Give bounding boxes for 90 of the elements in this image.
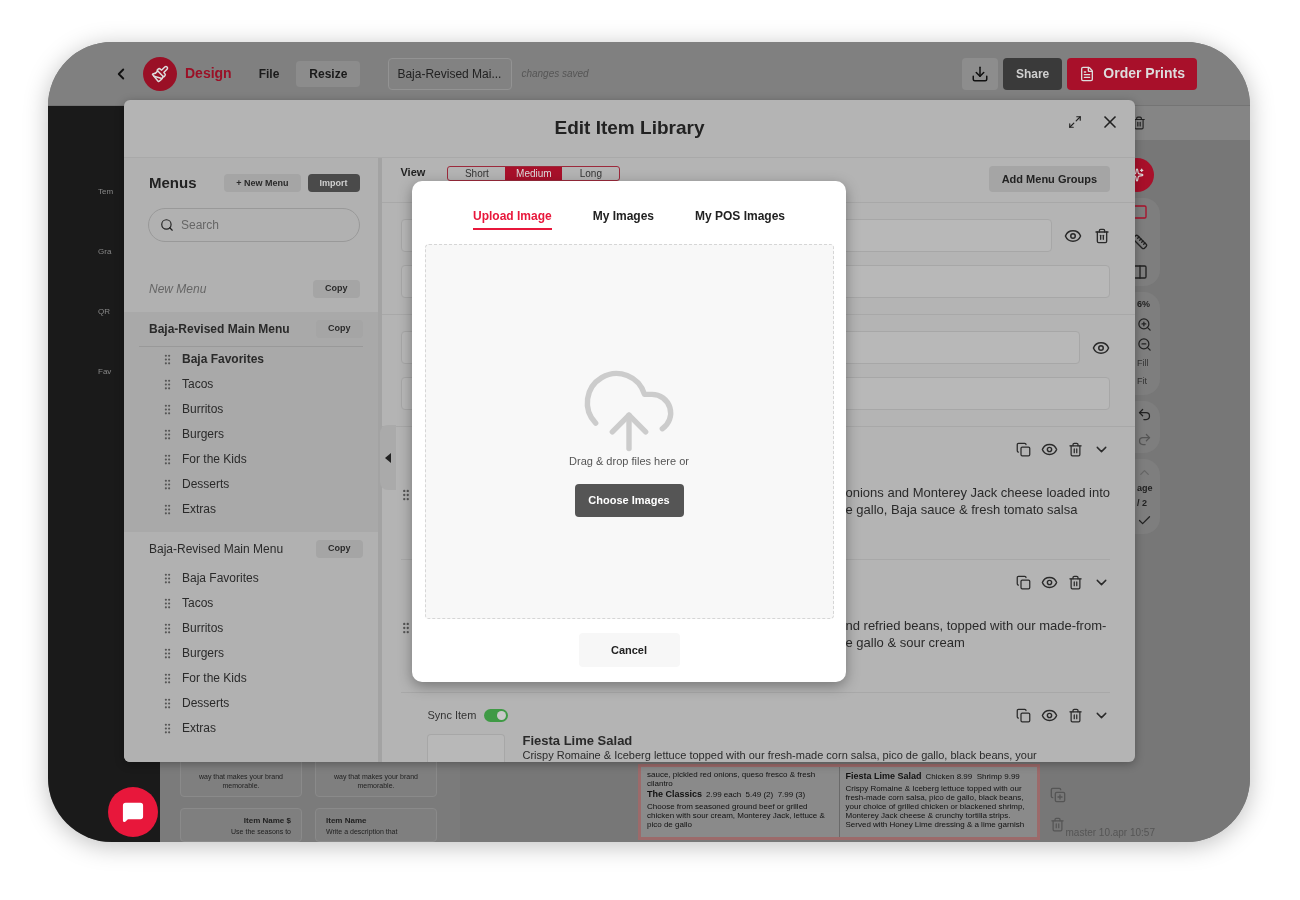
- trash-icon[interactable]: [1068, 708, 1083, 723]
- template-title: Item Name: [326, 815, 368, 827]
- copy-icon[interactable]: [1016, 442, 1031, 457]
- view-tab[interactable]: Short: [448, 167, 506, 180]
- sync-label: Sync Item: [427, 708, 477, 724]
- preview-price: 2.99 each 5.49 (2) 7.99 (3): [706, 789, 806, 801]
- share-button[interactable]: Share: [1002, 57, 1063, 90]
- preview-text: Choose from seasoned ground beef or grilled chicken with sour cream, Monterey Jack, lettuce & pico de gallo: [647, 801, 826, 829]
- page-label: age: [1137, 481, 1154, 495]
- zoom-level: 6%: [1137, 298, 1151, 311]
- item-description: Crispy Romaine & Iceberg lettuce topped with our fresh-made corn salsa, pico de gallo, black beans, your: [522, 748, 1037, 762]
- rail-label[interactable]: Gra: [98, 246, 112, 258]
- copy-button[interactable]: Copy: [316, 539, 363, 558]
- trash-icon[interactable]: [1068, 575, 1083, 590]
- columns-icon[interactable]: [1132, 264, 1148, 280]
- chat-icon: [122, 801, 144, 823]
- choose-images-button[interactable]: Choose Images: [574, 483, 684, 517]
- menu-group-item[interactable]: Tacos: [182, 594, 214, 612]
- eye-icon[interactable]: [1041, 441, 1058, 458]
- preview-text: Crispy Romaine & Iceberg lettuce topped with our fresh-made corn salsa, pico de gallo, black beans, your choice of grilled chicken or blackened shrimp, Monterey Jack cheese & crunchy tortilla strips. Served with Honey Lime dressing & a lime garnish: [845, 783, 1026, 829]
- fill-button[interactable]: Fill: [1137, 356, 1160, 370]
- expand-icon[interactable]: [1068, 115, 1082, 129]
- menu-group-item[interactable]: Desserts: [182, 694, 230, 712]
- add-menu-groups-button[interactable]: Add Menu Groups: [988, 166, 1110, 192]
- new-menu-button[interactable]: + New Menu: [224, 174, 301, 193]
- search-icon: [160, 217, 174, 232]
- ruler-icon[interactable]: [1132, 234, 1148, 250]
- menu-group-item[interactable]: Burgers: [182, 425, 225, 443]
- eye-icon[interactable]: [1041, 574, 1058, 591]
- copy-icon[interactable]: [1016, 575, 1031, 590]
- copy-button[interactable]: Copy: [313, 279, 360, 298]
- menu-group-item[interactable]: Burritos: [182, 619, 224, 637]
- upload-tab[interactable]: Upload Image: [473, 203, 552, 230]
- preview-price: Chicken 8.99 Shrimp 9.99: [925, 771, 1020, 783]
- page-count: / 2: [1137, 497, 1148, 510]
- trash-icon[interactable]: [1068, 442, 1083, 457]
- collapse-arrow-icon[interactable]: [385, 452, 391, 463]
- trash-icon[interactable]: [1094, 227, 1110, 244]
- menu-group-item[interactable]: Tacos: [182, 375, 214, 393]
- view-tab[interactable]: Medium: [505, 167, 563, 180]
- download-icon: [970, 64, 989, 83]
- item-description: e gallo & sour cream: [845, 634, 966, 651]
- menu-section[interactable]: Baja-Revised Main Menu Copy Baja Favorites Tacos Burritos Burgers For the Kids Desserts Extras: [124, 311, 378, 532]
- rail-label[interactable]: Fav: [98, 366, 112, 378]
- menu-group-item[interactable]: Extras: [182, 719, 216, 737]
- document-name-field[interactable]: Baja-Revised Mai...: [388, 57, 513, 90]
- import-button[interactable]: Import: [307, 174, 360, 193]
- rail-label[interactable]: Tem: [98, 186, 114, 198]
- sync-toggle[interactable]: [484, 709, 509, 722]
- menu-group-item[interactable]: Burgers: [182, 644, 225, 662]
- menu-name[interactable]: Baja-Revised Main Menu: [149, 539, 284, 558]
- menus-heading: Menus: [149, 173, 197, 193]
- menu-button[interactable]: Resize: [296, 60, 361, 87]
- eye-icon[interactable]: [1041, 707, 1058, 724]
- dialog-title: Edit Item Library: [554, 116, 705, 141]
- rail-label[interactable]: QR: [98, 306, 110, 318]
- search-field[interactable]: Search: [148, 207, 360, 242]
- preview-item-name: The Classics: [647, 788, 703, 801]
- drop-zone[interactable]: Drag & drop files here or Choose Images: [424, 244, 834, 619]
- item-description: onions and Monterey Jack cheese loaded into: [845, 484, 1110, 501]
- cancel-button[interactable]: Cancel: [578, 633, 680, 667]
- document-icon: [1079, 65, 1096, 82]
- copy-button[interactable]: Copy: [316, 319, 363, 338]
- menu-group-item[interactable]: Extras: [182, 500, 216, 518]
- template-title: Item Name $: [242, 815, 291, 827]
- menu-group-item[interactable]: Burritos: [182, 400, 224, 418]
- preview-text: sauce, pickled red onions, queso fresco & fresh cilantro: [647, 770, 817, 788]
- upload-tab[interactable]: My Images: [592, 203, 654, 230]
- menu-group-item[interactable]: Desserts: [182, 475, 230, 493]
- copy-icon[interactable]: [1016, 708, 1031, 723]
- view-label: View: [400, 166, 426, 179]
- drop-hint: Drag & drop files here or: [569, 454, 689, 469]
- menu-group-item[interactable]: Baja Favorites: [182, 569, 259, 587]
- menu-group-item[interactable]: Baja Favorites: [182, 350, 265, 368]
- trash-icon[interactable]: [1132, 116, 1146, 130]
- item-description: nd refried beans, topped with our made-from-: [845, 617, 1107, 634]
- menu-group-item[interactable]: For the Kids: [182, 669, 247, 687]
- app-title: Design: [185, 64, 232, 83]
- menu-button[interactable]: File: [245, 60, 293, 87]
- menu-name[interactable]: Baja-Revised Main Menu: [149, 319, 290, 338]
- order-prints-button[interactable]: Order Prints: [1067, 57, 1197, 90]
- download-button[interactable]: [961, 57, 998, 90]
- menu-group-item[interactable]: For the Kids: [182, 450, 247, 468]
- preview-item-name: Fiesta Lime Salad: [845, 770, 922, 783]
- view-tab[interactable]: Long: [562, 167, 620, 180]
- logo-icon[interactable]: [143, 56, 177, 91]
- upload-tab[interactable]: My POS Images: [694, 203, 785, 230]
- item-description: e gallo, Baja sauce & fresh tomato salsa: [845, 501, 1079, 518]
- item-name: Fiesta Lime Salad: [522, 734, 634, 748]
- fit-button[interactable]: Fit: [1137, 375, 1160, 389]
